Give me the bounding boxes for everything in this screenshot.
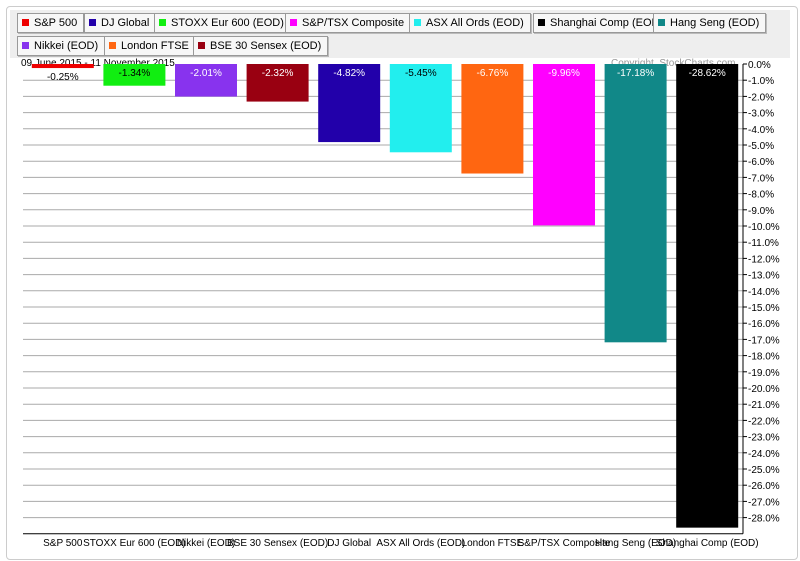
y-tick-label: -18.0% [748, 352, 780, 363]
x-tick-label: S&P 500 [43, 538, 83, 549]
x-tick-label: DJ Global [327, 538, 371, 549]
y-tick-label: -21.0% [748, 400, 780, 411]
y-tick-label: -5.0% [748, 141, 774, 152]
bar-value-label: -9.96% [548, 68, 580, 79]
y-tick-label: 0.0% [748, 60, 771, 71]
y-tick-label: -19.0% [748, 368, 780, 379]
y-tick-label: -7.0% [748, 173, 774, 184]
bar-value-label: -1.34% [119, 68, 151, 79]
bar-value-label: -28.62% [689, 68, 726, 79]
y-tick-label: -8.0% [748, 190, 774, 201]
y-tick-label: -23.0% [748, 433, 780, 444]
y-tick-label: -4.0% [748, 125, 774, 136]
y-tick-label: -22.0% [748, 416, 780, 427]
x-tick-label: BSE 30 Sensex (EOD) [227, 538, 328, 549]
y-tick-label: -1.0% [748, 76, 774, 87]
bar-chart: 0.0% -1.0% -2.0% -3.0% -4.0% -5.0% -6.0% -7.0% -… [23, 60, 780, 549]
bar [31, 64, 94, 69]
y-tick-label: -25.0% [748, 465, 780, 476]
y-tick-label: -14.0% [748, 287, 780, 298]
y-tick-label: -28.0% [748, 514, 780, 525]
x-tick-label: London FTSE [462, 538, 524, 549]
bar-value-label: -2.32% [262, 68, 294, 79]
x-tick-label: Shanghai Comp (EOD) [656, 538, 759, 549]
y-tick-label: -9.0% [748, 206, 774, 217]
y-tick-label: -10.0% [748, 222, 780, 233]
y-tick-label: -20.0% [748, 384, 780, 395]
y-tick-label: -15.0% [748, 303, 780, 314]
x-tick-label: ASX All Ords (EOD) [376, 538, 465, 549]
bar-value-label: -17.18% [617, 68, 654, 79]
bar-value-label: -6.76% [477, 68, 509, 79]
y-tick-label: -27.0% [748, 497, 780, 508]
bar [461, 64, 524, 174]
y-tick-label: -12.0% [748, 254, 780, 265]
bar-value-label: -5.45% [405, 68, 437, 79]
y-tick-label: -16.0% [748, 319, 780, 330]
bar-value-label: -0.25% [47, 72, 79, 83]
y-tick-label: -3.0% [748, 109, 774, 120]
y-tick-label: -2.0% [748, 92, 774, 103]
y-tick-label: -13.0% [748, 271, 780, 282]
bar-value-label: -2.01% [190, 68, 222, 79]
bar-value-label: -4.82% [333, 68, 365, 79]
bar [533, 64, 595, 226]
y-tick-label: -17.0% [748, 335, 780, 346]
y-tick-label: -6.0% [748, 157, 774, 168]
bar [676, 64, 739, 528]
y-tick-label: -11.0% [748, 238, 779, 249]
y-tick-label: -26.0% [748, 481, 780, 492]
bar [604, 64, 667, 343]
x-tick-label: STOXX Eur 600 (EOD) [83, 538, 186, 549]
y-tick-label: -24.0% [748, 449, 780, 460]
